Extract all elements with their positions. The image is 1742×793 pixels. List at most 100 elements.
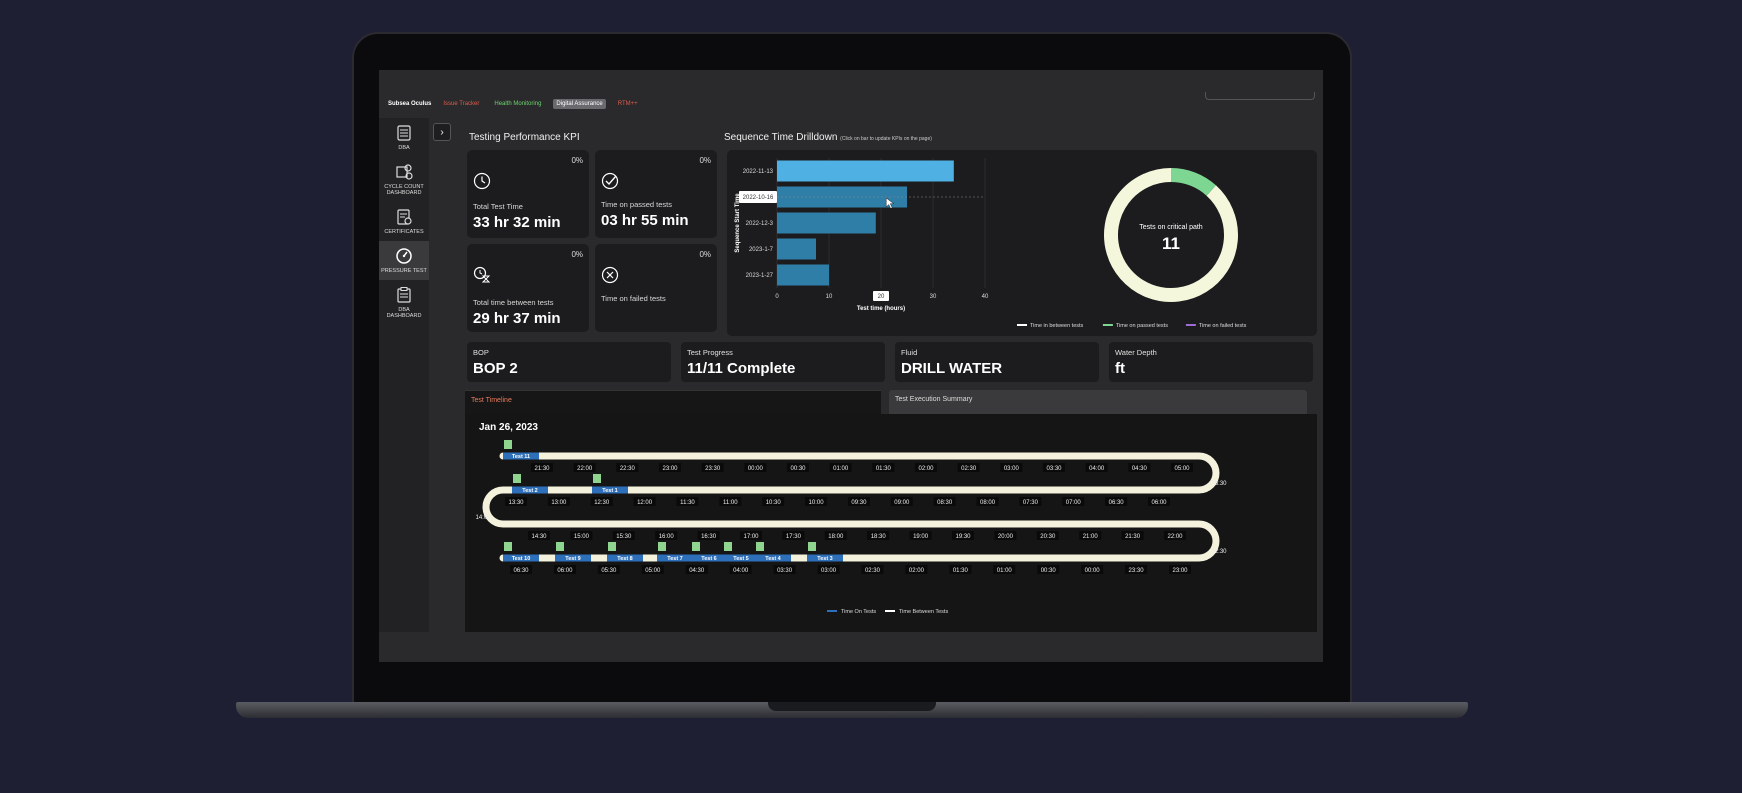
time-label: 08:30 [937, 500, 953, 506]
time-label: 01:30 [876, 466, 892, 472]
time-label: 00:00 [748, 466, 764, 472]
time-label: 05:30 [601, 568, 617, 574]
gauge-icon [396, 248, 412, 264]
time-label: 09:00 [894, 500, 910, 506]
bar-2023-1-7 [777, 238, 816, 260]
clipboard-icon [397, 287, 411, 303]
info-card-water-depth: Water Depth ft [1109, 342, 1313, 382]
kpi-pct: 0% [571, 250, 583, 259]
time-label: 01:30 [953, 568, 969, 574]
time-label: 08:00 [980, 500, 996, 506]
tab-test-timeline[interactable]: Test Timeline [465, 390, 881, 414]
legend-label: Time Between Tests [899, 609, 948, 615]
test-label: Test 3 [817, 556, 833, 562]
x-axis-label: Test time (hours) [857, 306, 905, 312]
info-value: DRILL WATER [901, 360, 1003, 377]
kpi-label: Time on failed tests [601, 294, 666, 303]
test-flag-icon [608, 542, 616, 551]
time-label: 16:00 [659, 534, 675, 540]
time-label: 09:30 [851, 500, 867, 506]
kpi-label: Time on passed tests [601, 200, 673, 209]
sidebar-item-cycle-count[interactable]: CYCLE COUNT DASHBOARD [379, 157, 429, 202]
sidebar-item-label: CYCLE COUNT DASHBOARD [384, 184, 424, 196]
sidebar-item-label: DBA DASHBOARD [386, 307, 422, 319]
time-label: 18:30 [871, 534, 887, 540]
time-label: 21:00 [1083, 534, 1099, 540]
time-label: 23:30 [705, 466, 721, 472]
test-label: Test 11 [512, 454, 530, 460]
nav-digital-assurance[interactable]: Digital Assurance [553, 99, 606, 109]
top-nav: Subsea Oculus Issue Tracker Health Monit… [379, 92, 1323, 112]
info-label: BOP [473, 348, 489, 357]
laptop-notch [768, 702, 936, 711]
kpi-pct: 0% [699, 250, 711, 259]
test-flag-icon [724, 542, 732, 551]
nav-health-monitoring[interactable]: Health Monitoring [491, 99, 544, 109]
x-tick-label: 10 [826, 294, 833, 300]
legend-label: Time in between tests [1030, 323, 1084, 329]
time-label: 12:30 [594, 500, 610, 506]
time-label: 00:00 [1085, 568, 1101, 574]
database-icon [397, 125, 411, 141]
kpi-card-time-between-tests[interactable]: 0% Total time between tests 29 hr 37 min [467, 244, 589, 332]
test-label: Test 7 [667, 556, 683, 562]
y-tick-label: 2023-1-27 [746, 273, 774, 279]
kpi-card-total-test-time[interactable]: 0% Total Test Time 33 hr 32 min [467, 150, 589, 238]
time-label: 12:00 [637, 500, 653, 506]
time-label: 16:30 [701, 534, 717, 540]
drilldown-subtitle: (Click on bar to update KPIs on the page… [840, 136, 932, 142]
sidebar: DBA CYCLE COUNT DASHBOARD CERTIFICATES P… [379, 118, 429, 632]
bar-2022-12-3 [777, 212, 876, 234]
kpi-card-failed-tests[interactable]: 0% Time on failed tests [595, 244, 717, 332]
time-label: 23:00 [1172, 568, 1188, 574]
test-flag-icon [513, 474, 521, 483]
x-tick-label: 40 [982, 294, 989, 300]
time-label: 03:00 [821, 568, 837, 574]
test-flag-icon [808, 542, 816, 551]
nav-issue-tracker[interactable]: Issue Tracker [440, 99, 482, 109]
time-label: 13:30 [508, 500, 524, 506]
time-label: 10:30 [766, 500, 782, 506]
info-value: ft [1115, 360, 1125, 377]
x-tick-label: 0 [775, 294, 779, 300]
sidebar-item-dba[interactable]: DBA [379, 118, 429, 157]
time-label: 04:30 [1132, 466, 1148, 472]
time-label: 23:00 [662, 466, 678, 472]
chevron-right-icon: › [440, 126, 444, 138]
test-label: Test 8 [617, 556, 633, 562]
time-label: 19:30 [955, 534, 971, 540]
time-label: 05:00 [645, 568, 661, 574]
sidebar-item-pressure-test[interactable]: PRESSURE TEST [379, 241, 429, 280]
info-card-test-progress: Test Progress 11/11 Complete [681, 342, 885, 382]
time-label: 10:00 [809, 500, 825, 506]
time-label: 06:30 [513, 568, 529, 574]
donut-center-label: Tests on critical path [1139, 224, 1203, 231]
kpi-card-passed-tests[interactable]: 0% Time on passed tests 03 hr 55 min [595, 150, 717, 238]
tab-test-execution-summary[interactable]: Test Execution Summary [889, 390, 1307, 414]
legend-label: Time on failed tests [1199, 323, 1247, 329]
sidebar-item-certificates[interactable]: CERTIFICATES [379, 202, 429, 241]
sidebar-expand-button[interactable]: › [433, 123, 451, 141]
time-label: 21:30 [534, 466, 550, 472]
test-label: Test 9 [565, 556, 581, 562]
time-label: 11:00 [723, 500, 738, 506]
drilldown-chart-panel: 010203040Test time (hours)Sequence Start… [727, 150, 1317, 336]
sidebar-item-dba-dashboard[interactable]: DBA DASHBOARD [379, 280, 429, 325]
timeline-chart: 21:30 22:00 22:30 23:00 23:30 00:00 00:30 01:00… [475, 440, 1227, 615]
cursor-tick-label: 20 [878, 294, 885, 300]
app-screen: Subsea Oculus Issue Tracker Health Monit… [379, 70, 1323, 662]
bar-2022-11-13 [777, 160, 954, 182]
legend-label: Time on passed tests [1116, 323, 1168, 329]
kpi-value: 33 hr 32 min [473, 214, 561, 231]
nav-rtm[interactable]: RTM++ [615, 99, 641, 109]
time-label: 15:30 [616, 534, 632, 540]
user-menu[interactable] [1205, 92, 1315, 100]
kpi-title: Testing Performance KPI [469, 132, 580, 143]
clock-icon [473, 172, 491, 190]
time-label: 22:00 [577, 466, 593, 472]
time-label: 00:30 [1041, 568, 1057, 574]
time-label: 01:00 [997, 568, 1013, 574]
info-value: BOP 2 [473, 360, 518, 377]
test-flag-icon [658, 542, 666, 551]
time-label: 06:00 [557, 568, 573, 574]
